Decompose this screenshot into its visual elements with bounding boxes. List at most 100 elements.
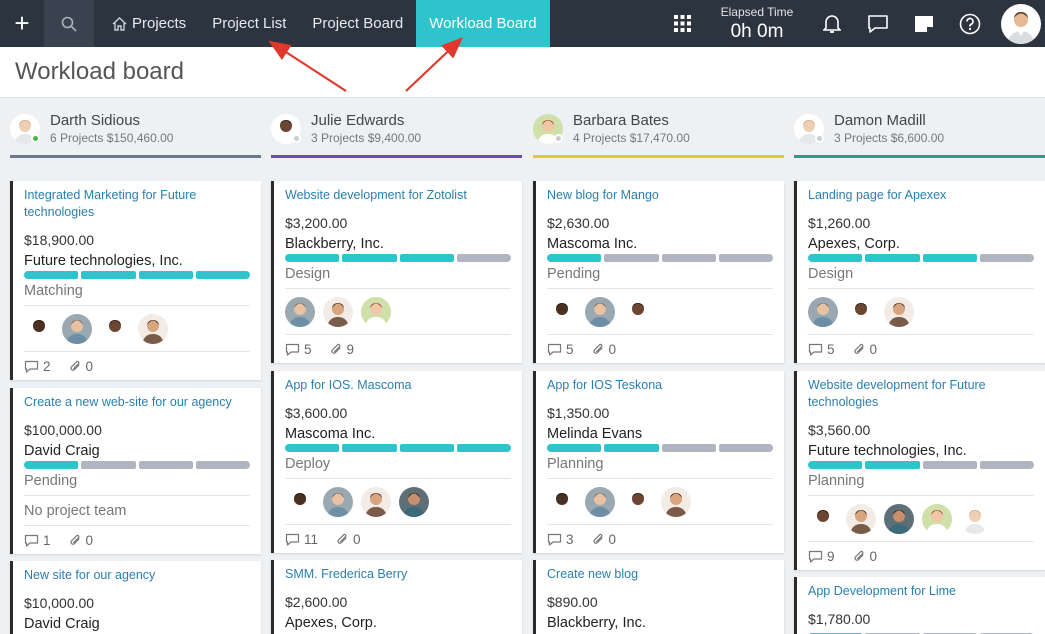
comment-icon[interactable] [285, 533, 300, 546]
card-title-link[interactable]: Create a new web-site for our agency [24, 394, 250, 411]
attachment-icon[interactable] [336, 533, 349, 546]
attachment-icon[interactable] [853, 550, 866, 563]
team-member-avatar[interactable] [547, 486, 577, 517]
card-title-link[interactable]: App for IOS Teskona [547, 377, 773, 394]
team-member-avatar[interactable] [361, 486, 391, 517]
comment-icon[interactable] [547, 343, 562, 356]
column-owner-name[interactable]: Barbara Bates [573, 112, 669, 129]
attachment-icon[interactable] [592, 343, 605, 356]
card-title-link[interactable]: App Development for Lime [808, 583, 1034, 600]
help-icon[interactable] [947, 0, 993, 47]
card-title-link[interactable]: Integrated Marketing for Future technolo… [24, 187, 250, 221]
column-header[interactable]: Darth Sidious 6 Projects $150,460.00 [10, 98, 261, 160]
column-header[interactable]: Barbara Bates 4 Projects $17,470.00 [533, 98, 784, 160]
attachment-count: 0 [869, 341, 878, 357]
column-divider [271, 155, 522, 158]
card-stage: Pending [24, 473, 250, 496]
project-card[interactable]: Website development for Future technolog… [794, 371, 1045, 570]
project-card[interactable]: New site for our agency $10,000.00 David C… [10, 561, 261, 634]
comment-icon[interactable] [547, 533, 562, 546]
stage-segment [342, 254, 397, 262]
attachment-icon[interactable] [592, 533, 605, 546]
team-member-avatar[interactable] [285, 486, 315, 517]
search-icon[interactable] [44, 0, 94, 47]
status-indicator [815, 134, 824, 143]
comment-icon[interactable] [24, 534, 39, 547]
comment-count: 5 [566, 341, 574, 357]
column-owner-name[interactable]: Damon Madill [834, 112, 926, 129]
project-card[interactable]: SMM. Frederica Berry $2,600.00 Apexes, Cor… [271, 560, 522, 634]
project-card[interactable]: Landing page for Apexex $1,260.00 Apexes, … [794, 181, 1045, 363]
card-client: Future technologies, Inc. [808, 443, 967, 459]
team-member-avatar[interactable] [661, 486, 691, 517]
add-icon[interactable]: + [0, 0, 44, 47]
team-member-avatar[interactable] [623, 486, 653, 517]
project-card[interactable]: Create a new web-site for our agency $100… [10, 388, 261, 554]
team-member-avatar[interactable] [846, 503, 876, 534]
stage-segment [195, 461, 250, 469]
project-card[interactable]: App Development for Lime $1,780.00 [794, 577, 1045, 634]
card-title-link[interactable]: SMM. Frederica Berry [285, 566, 511, 583]
team-member-avatar[interactable] [922, 503, 952, 534]
attachment-icon[interactable] [853, 343, 866, 356]
card-title-link[interactable]: New site for our agency [24, 567, 250, 584]
nav-projects[interactable]: Projects [99, 0, 199, 47]
nav-project-list[interactable]: Project List [199, 0, 299, 47]
column-owner-name[interactable]: Darth Sidious [50, 112, 140, 129]
nav-project-board[interactable]: Project Board [299, 0, 416, 47]
card-title-link[interactable]: Landing page for Apexex [808, 187, 1034, 204]
project-card[interactable]: Integrated Marketing for Future technolo… [10, 181, 261, 380]
team-member-avatar[interactable] [585, 486, 615, 517]
team-member-avatar[interactable] [100, 313, 130, 344]
card-client: Future technologies, Inc. [24, 253, 183, 269]
bell-icon[interactable] [809, 0, 855, 47]
comment-icon[interactable] [808, 343, 823, 356]
team-member-avatar[interactable] [585, 296, 615, 327]
card-amount: $1,780.00 [808, 611, 871, 627]
team-member-avatar[interactable] [399, 486, 429, 517]
team-member-avatar[interactable] [808, 296, 838, 327]
team-member-avatar[interactable] [361, 296, 391, 327]
team-member-avatar[interactable] [808, 503, 838, 534]
card-title-link[interactable]: App for IOS. Mascoma [285, 377, 511, 394]
user-avatar[interactable] [1001, 3, 1041, 44]
team-member-avatar[interactable] [323, 296, 353, 327]
team-member-avatar[interactable] [323, 486, 353, 517]
team-member-avatar[interactable] [138, 313, 168, 344]
team-member-avatar[interactable] [24, 313, 54, 344]
nav-workload-board[interactable]: Workload Board [416, 0, 550, 54]
chat-icon[interactable] [855, 0, 901, 47]
project-card[interactable]: App for IOS. Mascoma $3,600.00 Mascoma Inc… [271, 371, 522, 553]
team-member-avatar[interactable] [285, 296, 315, 327]
project-card[interactable]: App for IOS Teskona $1,350.00 Melinda Evan… [533, 371, 784, 553]
stage-segment [81, 271, 136, 279]
comment-count: 9 [827, 548, 835, 564]
team-member-avatar[interactable] [846, 296, 876, 327]
attachment-icon[interactable] [69, 360, 82, 373]
card-title-link[interactable]: Website development for Future technolog… [808, 377, 1034, 411]
team-member-avatar[interactable] [62, 313, 92, 344]
team-member-avatar[interactable] [623, 296, 653, 327]
comment-icon[interactable] [285, 343, 300, 356]
team-member-avatar[interactable] [884, 503, 914, 534]
comment-icon[interactable] [24, 360, 39, 373]
column-header[interactable]: Damon Madill 3 Projects $6,600.00 [794, 98, 1045, 160]
comment-icon[interactable] [808, 550, 823, 563]
column-owner-name[interactable]: Julie Edwards [311, 112, 404, 129]
card-title-link[interactable]: New blog for Mango [547, 187, 773, 204]
project-card[interactable]: New blog for Mango $2,630.00 Mascoma Inc. P… [533, 181, 784, 363]
column-header[interactable]: Julie Edwards 3 Projects $9,400.00 [271, 98, 522, 160]
card-footer: 50 [808, 335, 1034, 363]
team-member-avatar[interactable] [884, 296, 914, 327]
card-title-link[interactable]: Create new blog [547, 566, 773, 583]
attachment-icon[interactable] [330, 343, 343, 356]
attachment-icon[interactable] [69, 534, 82, 547]
project-card[interactable]: Website development for Zotolist $3,200.0… [271, 181, 522, 363]
team-member-avatar[interactable] [547, 296, 577, 327]
team-member-avatar[interactable] [960, 503, 990, 534]
topbar-right-tools: Elapsed Time 0h 0m [659, 0, 1045, 47]
card-title-link[interactable]: Website development for Zotolist [285, 187, 511, 204]
apps-grid-icon[interactable] [659, 0, 705, 47]
note-icon[interactable] [901, 0, 947, 47]
project-card[interactable]: Create new blog $890.00 Blackberry, Inc. [533, 560, 784, 634]
